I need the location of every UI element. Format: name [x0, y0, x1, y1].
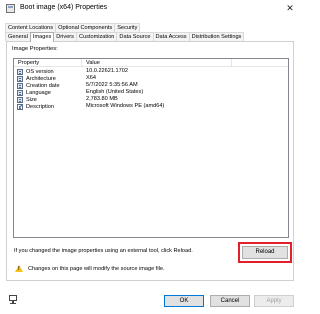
list-item[interactable]: Language English (United States) — [14, 89, 288, 96]
property-value: 5/7/2022 5:35:56 AM — [86, 82, 138, 88]
property-icon — [17, 82, 23, 89]
cancel-button[interactable]: Cancel — [210, 295, 250, 307]
property-name: Language — [26, 89, 51, 96]
apply-button[interactable]: Apply — [254, 295, 294, 307]
tab-customization[interactable]: Customization — [75, 32, 118, 41]
warning-text: Changes on this page will modify the sou… — [28, 266, 165, 272]
tab-data-source[interactable]: Data Source — [116, 32, 154, 41]
column-header-value[interactable]: Value — [82, 59, 232, 66]
image-properties-label: Image Properties: — [12, 46, 58, 52]
tab-distribution-settings[interactable]: Distribution Settings — [188, 32, 245, 41]
reload-button[interactable]: Reload — [242, 246, 288, 259]
tab-general[interactable]: General — [5, 32, 31, 41]
list-header: Property Value — [14, 59, 288, 67]
property-name: Size — [26, 96, 37, 103]
property-value: Microsoft Windows PE (amd64) — [86, 103, 165, 109]
tab-drivers[interactable]: Drivers — [53, 32, 77, 41]
property-name: Architecture — [26, 75, 56, 82]
column-header-property[interactable]: Property — [14, 59, 82, 66]
image-properties-list[interactable]: Property Value OS version 10.0.22621.170… — [13, 58, 289, 238]
close-icon[interactable]: ✕ — [283, 1, 297, 15]
list-item[interactable]: Description Microsoft Windows PE (amd64) — [14, 103, 288, 110]
computer-icon — [8, 295, 18, 305]
property-icon — [17, 96, 23, 103]
ok-button[interactable]: OK — [164, 295, 204, 307]
edit-property-icon — [17, 103, 23, 110]
property-name: Creation date — [26, 82, 60, 89]
boot-image-icon — [6, 4, 15, 13]
property-value: X64 — [86, 75, 96, 81]
property-value: 2,783.80 MB — [86, 96, 118, 102]
property-icon — [17, 89, 23, 96]
property-icon — [17, 68, 23, 75]
tab-data-access[interactable]: Data Access — [152, 32, 190, 41]
tab-content-locations[interactable]: Content Locations — [5, 23, 57, 32]
tab-images[interactable]: Images — [29, 32, 55, 42]
window-title: Boot image (x64) Properties — [20, 4, 108, 11]
property-value: English (United States) — [86, 89, 144, 95]
list-item[interactable]: Architecture X64 — [14, 75, 288, 82]
warning-icon — [15, 265, 23, 272]
title-bar: Boot image (x64) Properties ✕ — [0, 0, 300, 18]
property-value: 10.0.22621.1702 — [86, 68, 128, 74]
reload-hint-text: If you changed the image properties usin… — [14, 248, 193, 254]
property-name: OS version — [26, 68, 54, 75]
property-name: Description — [26, 103, 54, 110]
list-item[interactable]: Creation date 5/7/2022 5:35:56 AM — [14, 82, 288, 89]
tab-security[interactable]: Security — [114, 23, 141, 32]
tab-row-bottom: General Images Drivers Customization Dat… — [5, 32, 245, 42]
list-item[interactable]: Size 2,783.80 MB — [14, 96, 288, 103]
list-item[interactable]: OS version 10.0.22621.1702 — [14, 68, 288, 75]
property-icon — [17, 75, 23, 82]
tab-optional-components[interactable]: Optional Components — [55, 23, 116, 32]
tab-row-top: Content Locations Optional Components Se… — [5, 23, 141, 32]
